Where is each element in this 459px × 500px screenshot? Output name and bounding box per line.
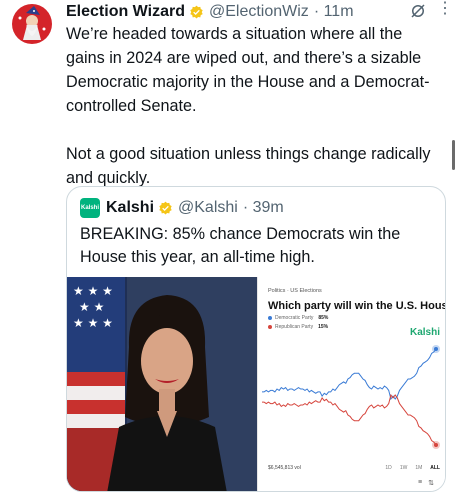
series-line-democratic — [262, 348, 437, 401]
verified-badge-icon — [159, 201, 172, 214]
kalshi-logo-icon: Kalshi — [80, 198, 100, 218]
series-line-republican — [262, 393, 437, 446]
sort-icon[interactable]: ⇅ — [428, 479, 434, 487]
series-end-point — [434, 347, 438, 351]
filter-icon[interactable]: ≡ — [418, 479, 422, 487]
quote-author-name[interactable]: Kalshi — [106, 199, 154, 217]
series-end-point — [434, 443, 438, 447]
range-all[interactable]: ALL — [430, 465, 440, 471]
tweet-text: We’re headed towards a situation where a… — [66, 25, 431, 187]
quote-author-handle[interactable]: @Kalshi — [178, 199, 238, 217]
range-1m[interactable]: 1M — [415, 465, 422, 471]
tweet-header: Election Wizard @ElectionWiz · 11m — [66, 2, 451, 22]
line-chart — [262, 345, 440, 449]
author-handle[interactable]: @ElectionWiz — [209, 3, 309, 21]
author-avatar[interactable] — [12, 4, 52, 44]
verified-badge-icon — [190, 5, 203, 18]
chart-tools: ≡ ⇅ — [418, 479, 434, 487]
tweet-time[interactable]: · 11m — [314, 3, 354, 21]
range-1w[interactable]: 1W — [400, 465, 408, 471]
more-options-icon[interactable]: ⋮ — [437, 1, 453, 17]
svg-text:★ ★ ★: ★ ★ ★ — [73, 284, 113, 298]
svg-text:★ ★: ★ ★ — [79, 300, 104, 314]
svg-text:★ ★ ★: ★ ★ ★ — [73, 316, 113, 330]
quote-media[interactable]: ★ ★ ★ ★ ★ ★ ★ ★ Politics · US Elections … — [67, 277, 445, 491]
quote-header: Kalshi Kalshi @Kalshi · 39m — [80, 198, 284, 218]
wizard-avatar-icon — [18, 6, 46, 40]
scrollbar-thumb[interactable] — [452, 140, 455, 170]
quote-text: BREAKING: 85% chance Democrats win the H… — [80, 225, 401, 266]
author-name[interactable]: Election Wizard — [66, 3, 185, 21]
grok-icon[interactable] — [409, 2, 427, 20]
range-1d[interactable]: 1D — [385, 465, 391, 471]
market-chart-card[interactable]: Politics · US Elections Which party will… — [257, 277, 445, 491]
portrait-image-icon: ★ ★ ★ ★ ★ ★ ★ ★ — [67, 277, 257, 491]
quote-tweet[interactable]: Kalshi Kalshi @Kalshi · 39m BREAKING: 85… — [66, 186, 446, 492]
range-selector: 1D 1W 1M ALL — [385, 465, 440, 471]
volume-label: $6,545,813 vol — [268, 465, 301, 471]
quote-time[interactable]: · 39m — [243, 199, 284, 217]
portrait-photo[interactable]: ★ ★ ★ ★ ★ ★ ★ ★ — [67, 277, 257, 491]
